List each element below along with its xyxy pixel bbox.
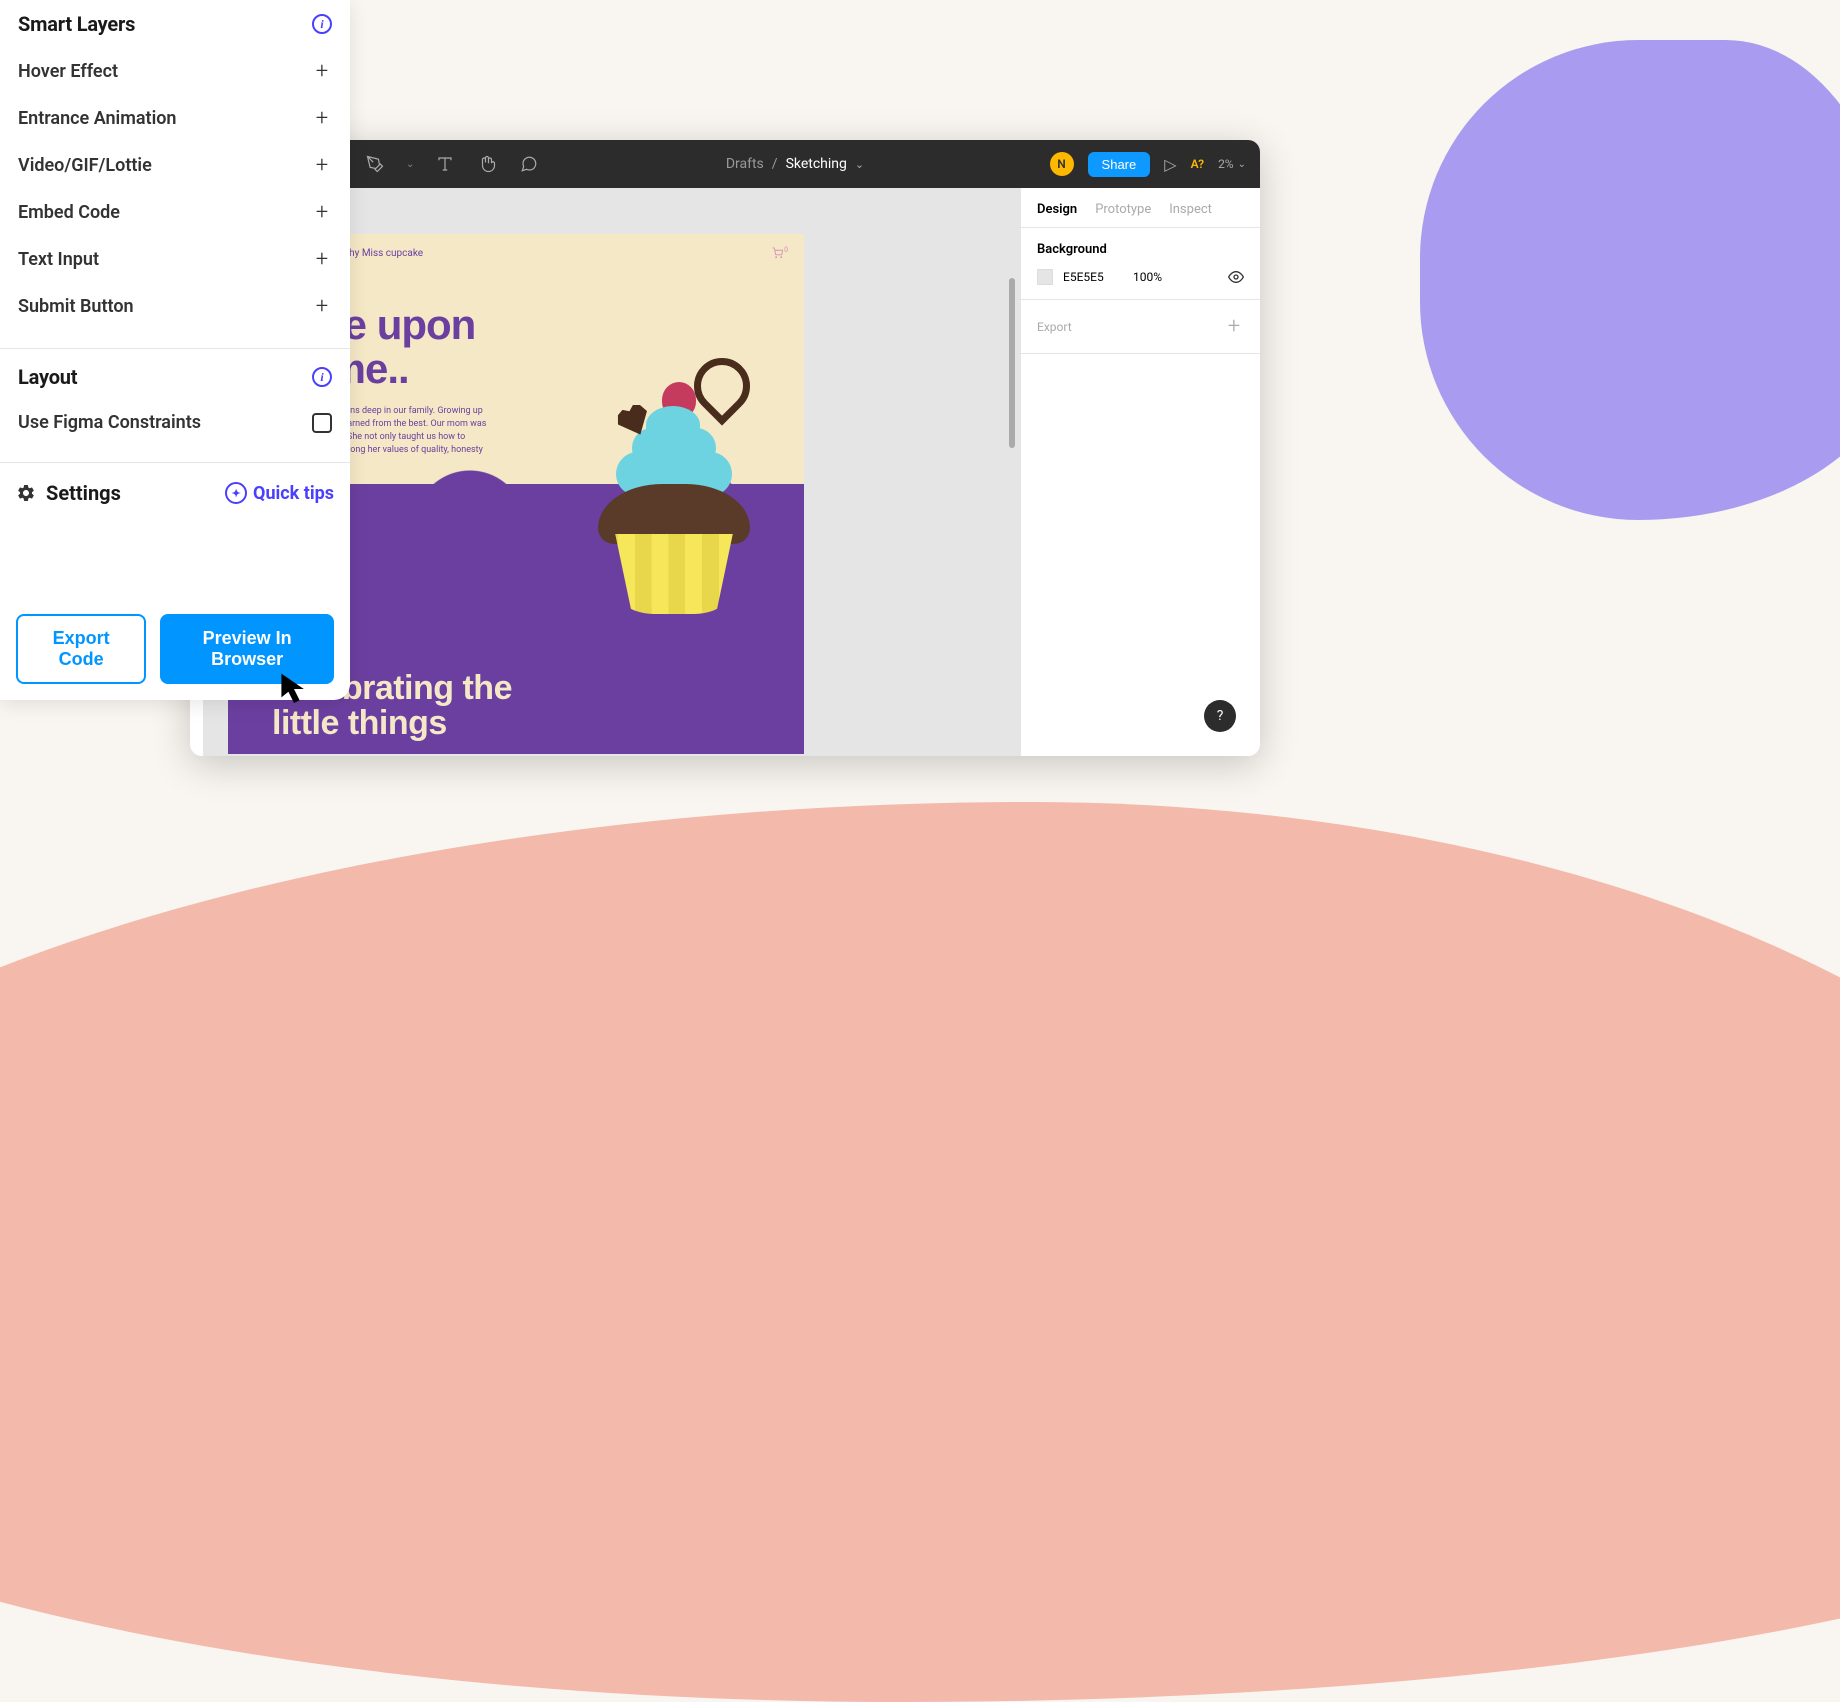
info-icon[interactable]: i [312, 367, 332, 387]
tab-design[interactable]: Design [1037, 202, 1077, 217]
background-pink-blob [0, 802, 1840, 1702]
help-button[interactable]: ? [1204, 700, 1236, 732]
figma-inspector-panel: Design Prototype Inspect Background E5E5… [1020, 188, 1260, 756]
quick-tips-button[interactable]: ✦ Quick tips [225, 482, 334, 504]
figma-constraints-checkbox[interactable] [312, 413, 332, 433]
info-icon[interactable]: i [312, 14, 332, 34]
share-button[interactable]: Share [1088, 152, 1151, 177]
plugin-left-panel: Smart Layers i Hover Effect + Entrance A… [0, 0, 350, 700]
export-section-label: Export [1037, 320, 1072, 334]
gear-icon [16, 483, 36, 503]
layer-video-gif-lottie[interactable]: Video/GIF/Lottie + [18, 142, 332, 189]
background-color-value[interactable]: E5E5E5 [1063, 270, 1123, 284]
comment-tool-icon[interactable] [518, 153, 540, 175]
layer-text-input[interactable]: Text Input + [18, 236, 332, 283]
lightbulb-icon: ✦ [225, 482, 247, 504]
background-purple-blob [1420, 40, 1840, 520]
user-avatar[interactable]: N [1050, 152, 1074, 176]
plus-icon[interactable]: + [312, 153, 332, 178]
figma-toolbar: ⌄ Drafts / Sketching ⌄ N Share ▷ A? 2% ⌄ [190, 140, 1260, 188]
background-section-label: Background [1037, 242, 1244, 257]
cursor-icon [280, 672, 308, 706]
visibility-icon[interactable] [1228, 269, 1244, 285]
cart-icon[interactable]: 0 [772, 246, 788, 262]
background-opacity-value[interactable]: 100% [1133, 270, 1218, 284]
text-tool-icon[interactable] [434, 153, 456, 175]
layer-hover-effect[interactable]: Hover Effect + [18, 48, 332, 95]
pen-tool-icon[interactable] [364, 153, 386, 175]
figma-app-window: ⌄ Drafts / Sketching ⌄ N Share ▷ A? 2% ⌄ [190, 140, 1260, 756]
export-code-button[interactable]: Export Code [16, 614, 146, 684]
use-figma-constraints-row[interactable]: Use Figma Constraints [18, 401, 332, 444]
divider [0, 462, 350, 463]
plus-icon[interactable]: + [312, 106, 332, 131]
layout-title: Layout [18, 365, 77, 389]
canvas-scrollbar[interactable] [1009, 278, 1015, 448]
missing-fonts-icon[interactable]: A? [1191, 157, 1205, 171]
background-color-swatch[interactable] [1037, 269, 1053, 285]
tab-inspect[interactable]: Inspect [1169, 202, 1212, 217]
hand-tool-icon[interactable] [476, 153, 498, 175]
tab-prototype[interactable]: Prototype [1095, 202, 1151, 217]
plus-icon[interactable]: + [312, 59, 332, 84]
settings-button[interactable]: Settings [16, 481, 121, 505]
layer-submit-button[interactable]: Submit Button + [18, 283, 332, 330]
divider [0, 348, 350, 349]
chevron-down-icon[interactable]: ⌄ [855, 158, 864, 171]
plus-icon[interactable]: + [312, 247, 332, 272]
zoom-control[interactable]: 2% ⌄ [1218, 157, 1246, 171]
nav-why[interactable]: Why Miss cupcake [340, 248, 423, 259]
chevron-down-icon: ⌄ [1238, 159, 1246, 170]
smart-layers-title: Smart Layers [18, 12, 135, 36]
plus-icon[interactable]: + [312, 200, 332, 225]
plus-icon[interactable]: + [1224, 314, 1244, 339]
layer-entrance-animation[interactable]: Entrance Animation + [18, 95, 332, 142]
plus-icon[interactable]: + [312, 294, 332, 319]
breadcrumb[interactable]: Drafts / Sketching ⌄ [546, 156, 1043, 172]
cupcake-illustration [574, 354, 774, 614]
play-icon[interactable]: ▷ [1164, 155, 1176, 174]
layer-embed-code[interactable]: Embed Code + [18, 189, 332, 236]
